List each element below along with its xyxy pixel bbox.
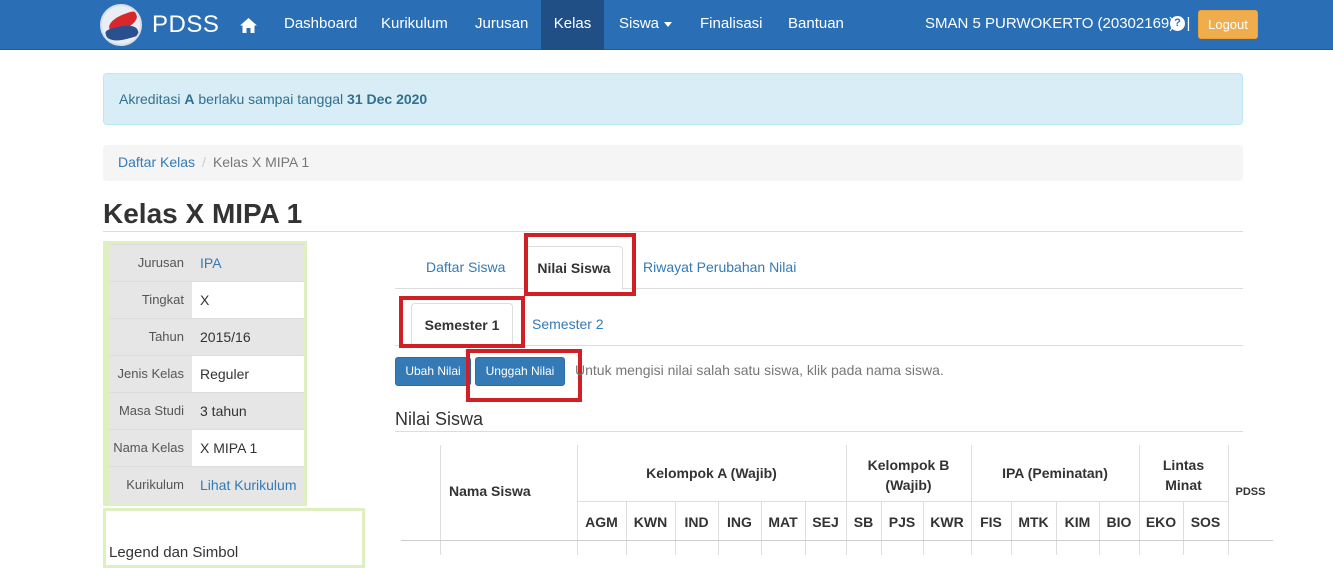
school-name: SMAN 5 PURWOKERTO (20302169) |: [925, 0, 1190, 48]
brand-name: PDSS: [152, 11, 220, 38]
subject-header: SEJ: [812, 514, 839, 530]
tab-riwayat-perubahan-nilai[interactable]: Riwayat Perubahan Nilai: [628, 246, 811, 289]
alert-prefix: Akreditasi: [119, 91, 181, 107]
info-value: X: [192, 282, 304, 318]
info-label: Nama Kelas: [109, 430, 192, 466]
nav-siswa-label: Siswa: [619, 15, 660, 32]
nav-finalisasi[interactable]: Finalisasi: [700, 0, 763, 50]
header-lintas-minat-line2: Minat: [1165, 477, 1202, 493]
subject-header: KWR: [930, 514, 964, 530]
info-row-masa-studi: Masa Studi 3 tahun: [109, 392, 304, 429]
info-value: X MIPA 1: [192, 430, 304, 466]
subject-header: SOS: [1190, 514, 1221, 530]
nav-dashboard[interactable]: Dashboard: [284, 0, 357, 50]
info-label: Tingkat: [109, 282, 192, 318]
subject-header: KIM: [1064, 514, 1091, 530]
alert-grade: A: [184, 91, 195, 107]
legend-title: Legend dan Simbol: [109, 544, 239, 561]
breadcrumb-separator: /: [202, 154, 206, 170]
info-label: Masa Studi: [109, 393, 192, 429]
info-row-jenis-kelas: Jenis Kelas Reguler: [109, 355, 304, 392]
header-kelompok-b: Kelompok B (Wajib): [846, 455, 971, 495]
tab-daftar-siswa[interactable]: Daftar Siswa: [411, 246, 520, 289]
subject-header: FIS: [980, 514, 1002, 530]
info-label: Tahun: [109, 319, 192, 355]
info-row-tingkat: Tingkat X: [109, 281, 304, 318]
main-tabs: Daftar Siswa Nilai Siswa Riwayat Perubah…: [395, 246, 1243, 290]
ubah-nilai-button[interactable]: Ubah Nilai: [395, 357, 471, 386]
alert-date: 31 Dec 2020: [347, 91, 428, 107]
section-title: Nilai Siswa: [395, 409, 484, 429]
info-value: 2015/16: [192, 319, 304, 355]
header-kelompok-b-line2: (Wajib): [885, 477, 932, 493]
highlight-box: [399, 296, 525, 348]
alert-middle: berlaku sampai tanggal: [198, 91, 344, 107]
tab-semester-2[interactable]: Semester 2: [517, 303, 619, 346]
logout-button[interactable]: Logout: [1198, 10, 1258, 39]
subject-header: BIO: [1106, 514, 1132, 530]
subject-header: KWN: [633, 514, 668, 530]
nav-separator: |: [1186, 15, 1191, 32]
nav-siswa[interactable]: Siswa: [619, 0, 673, 50]
header-lintas-minat-line1: Lintas: [1162, 457, 1205, 473]
nav-jurusan[interactable]: Jurusan: [475, 0, 528, 50]
info-value-jurusan-link[interactable]: IPA: [192, 245, 304, 281]
info-label: Jurusan: [109, 245, 192, 281]
info-value: 3 tahun: [192, 393, 304, 429]
subject-header: SB: [853, 514, 874, 530]
info-row-tahun: Tahun 2015/16: [109, 318, 304, 355]
class-info-table: Jurusan IPA Tingkat X Tahun 2015/16 Jeni…: [103, 241, 307, 506]
nav-kurikulum[interactable]: Kurikulum: [381, 0, 448, 50]
subject-header: MTK: [1018, 514, 1049, 530]
info-value-kurikulum-link[interactable]: Lihat Kurikulum: [192, 467, 304, 503]
page-title: Kelas X MIPA 1: [103, 198, 303, 229]
nav-kelas[interactable]: Kelas: [541, 0, 604, 50]
home-icon: [239, 17, 257, 33]
subject-header: MAT: [768, 514, 798, 530]
nav-bantuan[interactable]: Bantuan: [788, 0, 844, 50]
header-lintas-minat: Lintas Minat: [1139, 455, 1228, 495]
legend-panel: Legend dan Simbol: [103, 508, 365, 568]
breadcrumb-daftar-kelas[interactable]: Daftar Kelas: [118, 154, 195, 170]
info-row-jurusan: Jurusan IPA: [109, 244, 304, 281]
school-label: SMAN 5 PURWOKERTO (20302169): [925, 15, 1175, 32]
section-divider: [395, 431, 1243, 432]
info-label: Jenis Kelas: [109, 356, 192, 392]
highlight-box: [466, 349, 582, 402]
caret-down-icon: [664, 21, 673, 27]
subject-header: EKO: [1145, 514, 1177, 530]
header-kelompok-a: Kelompok A (Wajib): [646, 465, 777, 481]
subject-header: PJS: [888, 514, 916, 530]
info-value: Reguler: [192, 356, 304, 392]
help-icon[interactable]: ?: [1170, 16, 1185, 31]
header-ipa-peminatan: IPA (Peminatan): [1002, 465, 1108, 481]
navbar: PDSS Dashboard Kurikulum Jurusan Kelas S…: [0, 0, 1333, 50]
accreditation-alert: Akreditasi A berlaku sampai tanggal 31 D…: [103, 73, 1243, 125]
info-row-kurikulum: Kurikulum Lihat Kurikulum: [109, 466, 304, 503]
header-nama-siswa[interactable]: Nama Siswa: [440, 483, 577, 499]
info-row-nama-kelas: Nama Kelas X MIPA 1: [109, 429, 304, 466]
info-label: Kurikulum: [109, 467, 192, 503]
header-kelompok-b-line1: Kelompok B: [867, 457, 950, 473]
breadcrumb: Daftar Kelas / Kelas X MIPA 1: [103, 145, 1243, 181]
subject-header: IND: [684, 514, 709, 530]
breadcrumb-current: Kelas X MIPA 1: [212, 154, 310, 170]
subject-header: ING: [727, 514, 752, 530]
brand[interactable]: PDSS: [100, 4, 219, 46]
title-divider: [103, 231, 1243, 232]
nav-home[interactable]: [237, 0, 259, 50]
subject-header: AGM: [585, 514, 618, 530]
grades-table: Nama Siswa Kelompok A (Wajib) Kelompok B…: [401, 445, 1273, 565]
header-pdss: PDSS: [1235, 486, 1266, 498]
highlight-box: [524, 233, 636, 296]
pdss-logo-icon: [100, 4, 142, 46]
hint-text: Untuk mengisi nilai salah satu siswa, kl…: [575, 362, 944, 378]
